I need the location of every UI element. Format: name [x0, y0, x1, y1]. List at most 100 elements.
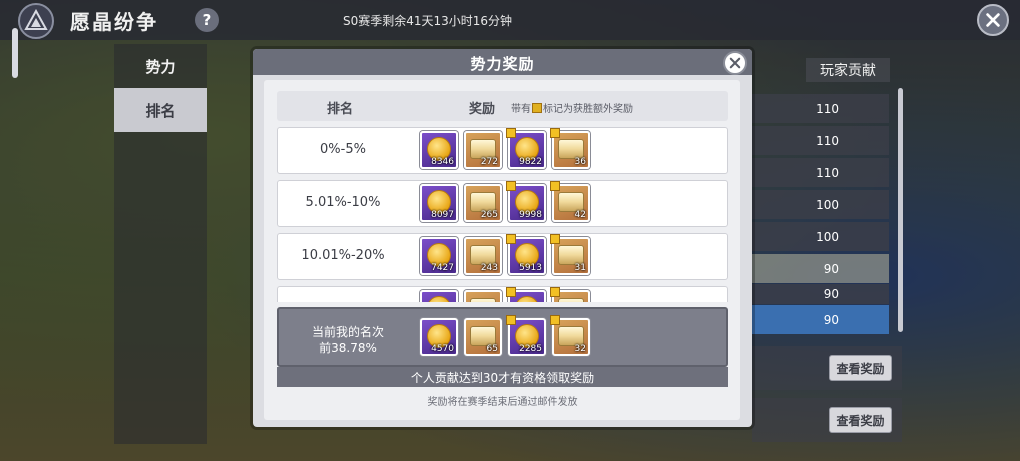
- my-rank-value: 前38.78%: [319, 341, 377, 355]
- item-count: 4570: [431, 344, 454, 354]
- bonus-note-prefix: 带有: [511, 104, 531, 115]
- treasure-chest-icon: [558, 138, 584, 159]
- my-contribution-row[interactable]: 90: [752, 305, 889, 334]
- coin-reward-item[interactable]: [506, 287, 546, 302]
- top-bar: 愿晶纷争 ? S0赛季剩余41天13小时16分钟: [0, 0, 1020, 40]
- close-icon: [986, 13, 1000, 27]
- game-mode-logo-icon: [18, 3, 54, 39]
- bonus-marker-icon: [506, 287, 516, 297]
- bonus-marker-icon: [550, 181, 560, 191]
- close-icon: [729, 57, 741, 69]
- bonus-note: 带有 标记为获胜额外奖励: [511, 100, 633, 115]
- gold-coin-icon: [427, 295, 451, 302]
- chest-reward-item[interactable]: 32: [550, 315, 590, 356]
- item-count: 9822: [519, 157, 542, 167]
- chest-reward-item[interactable]: [464, 290, 502, 302]
- tier-range-label: 10.01%-20%: [301, 248, 385, 263]
- tab-faction[interactable]: 势力: [114, 44, 207, 88]
- treasure-chest-icon: [470, 244, 496, 265]
- coin-reward-item[interactable]: 2285: [506, 315, 546, 356]
- coin-reward-item[interactable]: [420, 290, 458, 302]
- contribution-row[interactable]: 110: [752, 94, 889, 123]
- item-count: 8097: [431, 210, 454, 220]
- dialog-title: 势力奖励: [470, 55, 535, 73]
- tab-ranking[interactable]: 排名: [114, 88, 207, 132]
- bonus-marker-icon: [550, 234, 560, 244]
- contribution-row[interactable]: 100: [752, 222, 889, 251]
- list-scrollbar[interactable]: [898, 88, 903, 332]
- item-count: 31: [574, 263, 586, 273]
- reward-tier-list[interactable]: 0%-5% 8346 272 9822 36 5.01%-10% 8097 265 9998 42…: [277, 127, 728, 302]
- chest-reward-item[interactable]: 272: [464, 131, 502, 169]
- item-count: 36: [574, 157, 586, 167]
- contribution-row[interactable]: 90: [752, 254, 889, 283]
- treasure-chest-icon: [558, 244, 584, 265]
- tier-range-label: 0%-5%: [320, 142, 366, 157]
- coin-reward-item[interactable]: 8346: [420, 131, 458, 169]
- tier-reward-items: [420, 287, 590, 302]
- item-count: 65: [486, 344, 498, 354]
- chest-reward-item[interactable]: 42: [550, 181, 590, 222]
- faction-reward-dialog: 势力奖励 排名 奖励 带有 标记为获胜额外奖励 0%-5% 8346 272 9822…: [253, 49, 752, 427]
- bonus-note-suffix: 标记为获胜额外奖励: [543, 104, 633, 115]
- season-countdown: S0赛季剩余41天13小时16分钟: [343, 14, 513, 28]
- treasure-chest-icon: [470, 138, 496, 159]
- bonus-marker-icon: [506, 128, 516, 138]
- tier-reward-items: 8346 272 9822 36: [420, 128, 590, 169]
- item-count: 42: [574, 210, 586, 220]
- coin-reward-item[interactable]: 5913: [506, 234, 546, 275]
- reward-tier-row: 10.01%-20% 7427 243 5913 31: [277, 233, 728, 280]
- coin-reward-item[interactable]: 7427: [420, 237, 458, 275]
- sidebar: 势力 排名: [114, 44, 207, 444]
- gold-coin-icon: [515, 295, 539, 302]
- chest-reward-item[interactable]: 36: [550, 128, 590, 169]
- reward-column-header: 奖励: [469, 102, 496, 117]
- item-count: 265: [480, 210, 498, 220]
- bonus-marker-icon: [506, 315, 516, 325]
- treasure-chest-icon: [558, 297, 584, 302]
- eligibility-note: 个人贡献达到30才有资格领取奖励: [277, 367, 728, 387]
- chest-reward-item[interactable]: 243: [464, 237, 502, 275]
- coin-reward-item[interactable]: 9822: [506, 128, 546, 169]
- view-rewards-button[interactable]: 查看奖励: [829, 355, 892, 381]
- bonus-marker-icon: [550, 128, 560, 138]
- coin-reward-item[interactable]: 9998: [506, 181, 546, 222]
- chest-reward-item[interactable]: 31: [550, 234, 590, 275]
- item-count: 5913: [519, 263, 542, 273]
- chest-reward-item[interactable]: 65: [464, 318, 502, 356]
- item-count: 243: [480, 263, 498, 273]
- my-reward-items: 4570 65 2285 32: [420, 315, 590, 356]
- treasure-chest-icon: [558, 325, 584, 346]
- tier-reward-items: 7427 243 5913 31: [420, 234, 590, 275]
- rank-column-header: 排名: [327, 102, 354, 117]
- reward-table-header: 排名 奖励 带有 标记为获胜额外奖励: [277, 91, 728, 121]
- coin-reward-item[interactable]: 4570: [420, 318, 458, 356]
- treasure-chest-icon: [470, 325, 496, 346]
- chest-reward-item[interactable]: [550, 287, 590, 302]
- item-count: 32: [574, 344, 586, 354]
- close-page-button[interactable]: [977, 4, 1009, 36]
- bonus-marker-icon: [506, 181, 516, 191]
- coin-reward-item[interactable]: 8097: [420, 184, 458, 222]
- contribution-row[interactable]: 90: [752, 284, 889, 304]
- treasure-chest-icon: [470, 297, 496, 302]
- bonus-marker-icon: [550, 315, 560, 325]
- chest-reward-item[interactable]: 265: [464, 184, 502, 222]
- item-count: 272: [480, 157, 498, 167]
- dialog-close-button[interactable]: [723, 51, 747, 75]
- contribution-row[interactable]: 110: [752, 158, 889, 187]
- contribution-row[interactable]: 100: [752, 190, 889, 219]
- item-count: 9998: [519, 210, 542, 220]
- contribution-row[interactable]: 110: [752, 126, 889, 155]
- tier-reward-items: 8097 265 9998 42: [420, 181, 590, 222]
- item-count: 8346: [431, 157, 454, 167]
- help-button[interactable]: ?: [195, 8, 219, 32]
- view-rewards-button[interactable]: 查看奖励: [829, 407, 892, 433]
- bonus-marker-icon: [532, 102, 542, 113]
- reward-tier-row: 5.01%-10% 8097 265 9998 42: [277, 180, 728, 227]
- page-title: 愿晶纷争: [70, 10, 158, 34]
- reward-tier-row: [277, 286, 728, 302]
- treasure-chest-icon: [558, 191, 584, 212]
- item-count: 7427: [431, 263, 454, 273]
- left-scroll-indicator[interactable]: [12, 28, 18, 78]
